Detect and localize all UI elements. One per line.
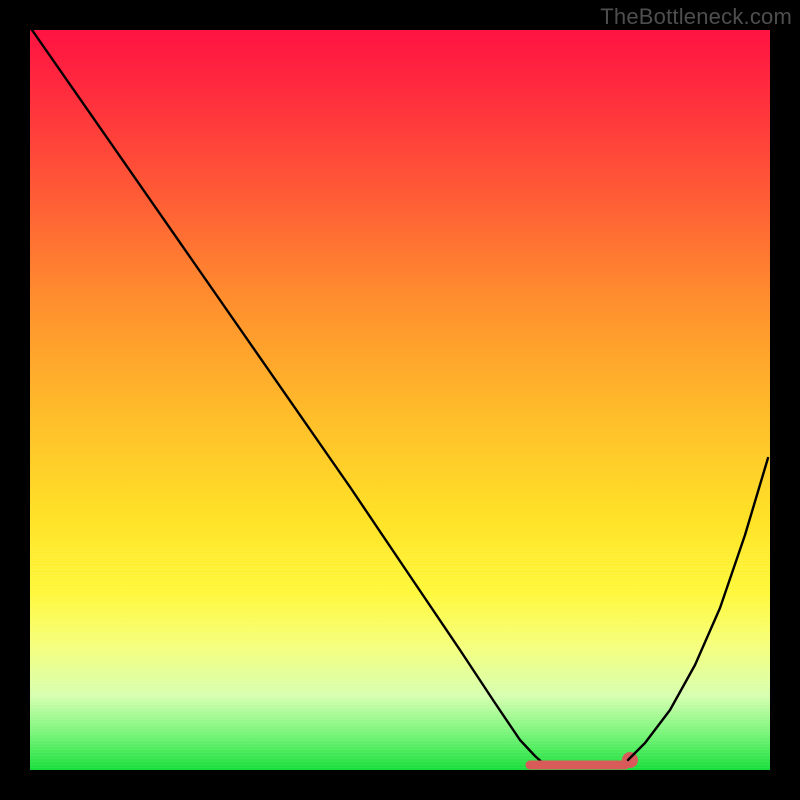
curve-marker-dot [622, 752, 638, 768]
bottleneck-curve [30, 30, 770, 770]
chart-frame: TheBottleneck.com [0, 0, 800, 800]
curve-right-limb [628, 458, 768, 760]
plot-area [30, 30, 770, 770]
curve-left-limb [32, 30, 545, 765]
watermark-text: TheBottleneck.com [600, 4, 792, 30]
